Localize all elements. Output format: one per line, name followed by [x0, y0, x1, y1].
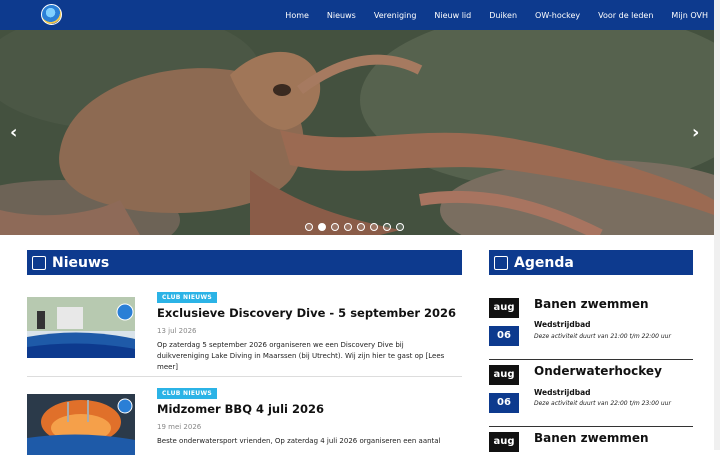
calendar-icon	[494, 255, 508, 270]
slide-dot[interactable]	[331, 223, 339, 231]
nav-duiken[interactable]: Duiken	[489, 11, 517, 20]
news-date: 19 mei 2026	[157, 423, 202, 431]
page-scrollbar[interactable]	[714, 0, 720, 450]
agenda-month: aug	[489, 432, 519, 452]
slide-dot[interactable]	[305, 223, 313, 231]
newspaper-icon	[32, 255, 46, 270]
news-heading-bar: Nieuws	[27, 250, 462, 275]
agenda-title[interactable]: Onderwaterhockey	[534, 364, 662, 378]
news-thumbnail[interactable]	[27, 297, 135, 358]
news-tag[interactable]: CLUB NIEUWS	[157, 292, 218, 303]
news-divider	[27, 376, 462, 377]
hero-slider[interactable]: ‹ ›	[0, 30, 714, 235]
agenda-location: Wedstrijdbad	[534, 320, 591, 329]
slide-dot[interactable]	[370, 223, 378, 231]
slide-dot[interactable]	[396, 223, 404, 231]
main-menu: Home Nieuws Vereniging Nieuw lid Duiken …	[267, 0, 714, 30]
news-thumbnail[interactable]	[27, 394, 135, 455]
agenda-heading: Agenda	[514, 254, 574, 271]
agenda-location: Wedstrijdbad	[534, 388, 591, 397]
slide-dot[interactable]	[344, 223, 352, 231]
slide-dot[interactable]	[383, 223, 391, 231]
news-excerpt: Op zaterdag 5 september 2026 organiseren…	[157, 341, 445, 371]
nav-vereniging[interactable]: Vereniging	[374, 11, 417, 20]
nav-nieuws[interactable]: Nieuws	[327, 11, 356, 20]
news-tag[interactable]: CLUB NIEUWS	[157, 388, 218, 399]
slide-dot[interactable]	[357, 223, 365, 231]
agenda-month: aug	[489, 365, 519, 385]
agenda-day: 06	[489, 393, 519, 413]
agenda-time-note: Deze activiteit duurt van 22:00 t/m 23:0…	[534, 400, 671, 407]
agenda-title[interactable]: Banen zwemmen	[534, 431, 649, 445]
news-excerpt: Beste onderwatersport vrienden, Op zater…	[157, 437, 441, 445]
slide-indicators	[305, 223, 409, 231]
nav-voor-de-leden[interactable]: Voor de leden	[598, 11, 653, 20]
prev-slide-icon[interactable]: ‹	[10, 124, 17, 142]
nav-home[interactable]: Home	[285, 11, 309, 20]
octopus-photo	[0, 30, 714, 235]
top-navigation-bar: Home Nieuws Vereniging Nieuw lid Duiken …	[0, 0, 714, 30]
news-date: 13 jul 2026	[157, 327, 197, 335]
agenda-heading-bar: Agenda	[489, 250, 693, 275]
nav-mijn-ovh[interactable]: Mijn OVH	[671, 11, 708, 20]
club-logo[interactable]	[41, 4, 62, 25]
agenda-divider	[489, 359, 693, 360]
nav-nieuw-lid[interactable]: Nieuw lid	[434, 11, 471, 20]
agenda-time-note: Deze activiteit duurt van 21:00 t/m 22:0…	[534, 333, 671, 340]
news-heading: Nieuws	[52, 254, 110, 271]
agenda-divider	[489, 426, 693, 427]
slide-dot[interactable]	[318, 223, 326, 231]
next-slide-icon[interactable]: ›	[692, 124, 699, 142]
news-title[interactable]: Exclusieve Discovery Dive - 5 september …	[157, 306, 456, 320]
agenda-month: aug	[489, 298, 519, 318]
agenda-title[interactable]: Banen zwemmen	[534, 297, 649, 311]
news-title[interactable]: Midzomer BBQ 4 juli 2026	[157, 402, 324, 416]
agenda-day: 06	[489, 326, 519, 346]
nav-ow-hockey[interactable]: OW-hockey	[535, 11, 580, 20]
